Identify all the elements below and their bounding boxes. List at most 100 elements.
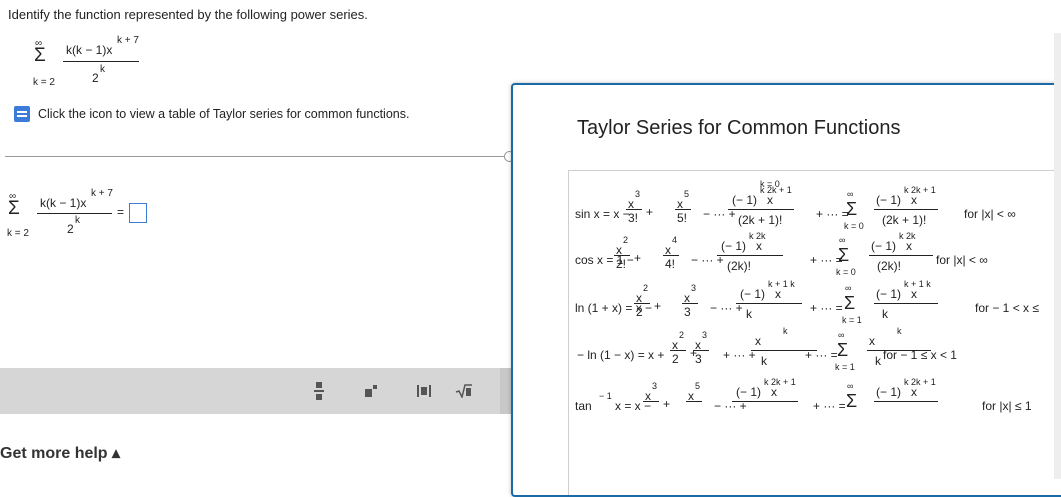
answer-denominator-exponent: k: [75, 215, 80, 226]
convergence-condition: for |x| ≤ 1: [982, 399, 1032, 413]
term2-exponent: 3: [702, 330, 708, 340]
sum-upper: ∞: [839, 235, 846, 245]
answer-denominator: 2: [67, 222, 74, 236]
summand-exponent: k 2k + 1: [904, 377, 936, 387]
summand-exponent: k 2k + 1: [904, 185, 936, 195]
general-term-x: x: [775, 287, 781, 301]
sum-lower: k = 1: [835, 362, 855, 372]
term2-denominator: 3: [695, 352, 702, 366]
popup-scrollbar[interactable]: [1054, 33, 1061, 479]
summand-numerator: (− 1): [876, 287, 902, 301]
term2-bar: [663, 255, 679, 256]
sum-lower: k = 1: [842, 315, 862, 325]
term2-bar: [686, 401, 702, 402]
summand-bar: [874, 401, 938, 402]
summand-numerator: x: [869, 334, 875, 348]
summand-exponent: k + 1 k: [904, 279, 931, 289]
answer-sigma-symbol: Σ: [8, 198, 20, 219]
summand-denominator: k: [875, 354, 881, 368]
term1-denominator: 2: [636, 305, 643, 319]
row-lhs: tan: [575, 399, 592, 413]
summand-bar: [869, 255, 933, 256]
term-operator: +: [663, 397, 671, 411]
summand-denominator: (2k)!: [877, 259, 901, 273]
convergence-condition: for |x| < ∞: [936, 253, 988, 267]
term-operator: +: [634, 251, 642, 265]
term1-exponent: 3: [652, 381, 658, 391]
general-term-x: x: [756, 239, 762, 253]
term1-exponent: 2: [643, 283, 649, 293]
series-denominator-exponent: k: [100, 64, 105, 75]
term2-exponent: 3: [691, 283, 697, 293]
summand-bar: [874, 303, 938, 304]
term2-bar: [675, 209, 691, 210]
tail-ellipsis: + ··· =: [816, 207, 849, 221]
answer-series-lower: k = 2: [7, 228, 29, 239]
general-term-numerator: (− 1): [732, 193, 758, 207]
general-term-exponent: k 2k + 1: [764, 377, 796, 387]
general-term-numerator: x: [755, 334, 761, 348]
answer-numerator-exponent: k + 7: [91, 188, 113, 199]
get-more-help-link[interactable]: Get more help ▴: [0, 443, 120, 463]
term1-exponent: 3: [635, 189, 641, 199]
summand-x: x: [911, 385, 917, 399]
general-term-denominator: (2k + 1)!: [738, 213, 783, 227]
general-term-exponent: k: [783, 326, 788, 336]
equals-sign: =: [117, 205, 125, 219]
answer-input[interactable]: [129, 203, 147, 223]
term1-denominator: 2: [672, 352, 679, 366]
sum-sigma: Σ: [846, 199, 858, 219]
summand-numerator: (− 1): [876, 385, 902, 399]
term-operator: +: [654, 299, 662, 313]
fraction-bar: [63, 61, 139, 62]
sigma-symbol: Σ: [34, 45, 46, 66]
summand-x: x: [911, 287, 917, 301]
general-term-bar: [717, 255, 783, 256]
series-denominator: 2: [92, 71, 99, 85]
exponent-tool-icon[interactable]: [360, 380, 382, 402]
summand-denominator: (2k + 1)!: [882, 213, 927, 227]
sum-upper: ∞: [847, 381, 854, 391]
question-prompt: Identify the function represented by the…: [8, 7, 368, 22]
sum-sigma: Σ: [844, 293, 856, 313]
general-term-x: x: [771, 385, 777, 399]
term1-denominator: 3!: [628, 211, 639, 225]
tail-ellipsis: + ··· =: [810, 301, 843, 315]
sum-lower: k = 0: [844, 221, 864, 231]
term2-denominator: 3: [684, 305, 691, 319]
sqrt-tool-icon[interactable]: [453, 380, 475, 402]
general-term-bar: [728, 209, 794, 210]
popup-title: Taylor Series for Common Functions: [577, 117, 901, 139]
series-lower: k = 2: [33, 77, 55, 88]
summand-x: x: [911, 193, 917, 207]
summand-denominator: k: [882, 307, 888, 321]
general-term-bar: [736, 303, 802, 304]
term1-bar: [643, 401, 659, 402]
term1-bar: [614, 255, 630, 256]
term1-bar: [634, 303, 650, 304]
answer-fraction-bar: [37, 213, 112, 214]
term1-denominator: 2!: [616, 257, 627, 271]
sum-sigma: Σ: [838, 245, 850, 265]
fraction-tool-icon[interactable]: [308, 380, 330, 402]
term1-exponent: 2: [679, 330, 685, 340]
tail-ellipsis: + ··· =: [805, 348, 838, 362]
general-term-denominator: k: [761, 354, 767, 368]
general-term-numerator: (− 1): [721, 239, 747, 253]
row-top-label: k = 0: [760, 179, 780, 189]
series-numerator-exponent: k + 7: [117, 35, 139, 46]
sum-sigma: Σ: [846, 391, 858, 411]
term2-bar: [682, 303, 698, 304]
divider: [5, 156, 510, 157]
tail-ellipsis: + ··· =: [813, 399, 846, 413]
math-toolbar: [0, 368, 512, 414]
term1-bar: [670, 350, 686, 351]
summand-numerator: (− 1): [876, 193, 902, 207]
summand-exponent: k: [897, 326, 902, 336]
row-lhs-exponent: − 1: [599, 391, 612, 401]
term2-exponent: 4: [672, 235, 678, 245]
table-icon[interactable]: [14, 106, 30, 122]
summand-bar: [874, 209, 938, 210]
term2-exponent: 5: [695, 381, 701, 391]
absolute-value-tool-icon[interactable]: [413, 380, 435, 402]
